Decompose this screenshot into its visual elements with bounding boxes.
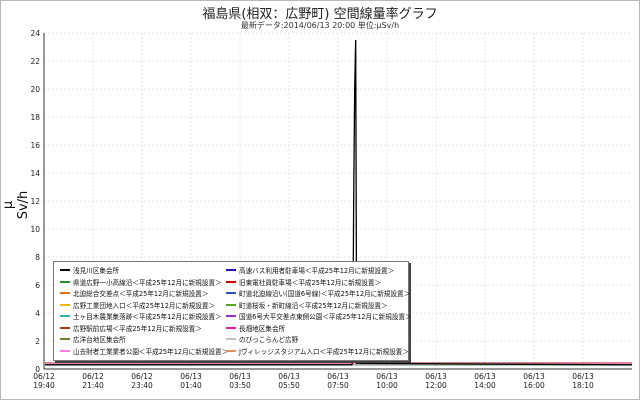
legend-label: Jヴィレッジスタジアム入口＜平成25年12月に新規設置＞ <box>239 347 409 356</box>
legend-label: 国道6号大平交差点東側公園＜平成25年12月に新規設置＞ <box>239 313 412 321</box>
y-tick-label: 24 <box>30 29 40 38</box>
x-tick-date: 06/13 <box>572 372 594 381</box>
legend-swatch <box>60 280 70 283</box>
legend-item: 長畑地区集会所 <box>226 325 285 333</box>
legend-item: 国道6号大平交差点東側公園＜平成25年12月に新規設置＞ <box>226 313 412 321</box>
legend-swatch <box>226 280 236 283</box>
legend-label: 北迫総合交差点＜平成25年12月に新規設置＞ <box>73 290 209 298</box>
legend-label: 町道桜坂・新町線沿＜平成25年12月に新規設置＞ <box>239 301 388 310</box>
legend-label: 浅見川区集会所 <box>73 267 120 275</box>
x-tick-time: 01:40 <box>180 381 202 390</box>
y-tick-label: 20 <box>30 85 40 94</box>
legend-swatch <box>226 303 236 306</box>
legend: 浅見川区集会所 高速バス利用者駐車場＜平成25年12月に新規設置＞ 県道広野一小高線… <box>53 261 412 361</box>
y-tick-label: 12 <box>30 197 40 206</box>
x-tick-time: 03:50 <box>229 381 251 390</box>
legend-swatch <box>60 326 70 329</box>
y-tick-label: 8 <box>35 253 40 262</box>
legend-item: 広野工業団地入口＜平成25年12月に新規設置＞ <box>60 302 215 310</box>
x-tick-time: 19:40 <box>33 381 55 390</box>
legend-swatch <box>60 269 70 271</box>
x-tick-time: 12:00 <box>425 381 447 390</box>
x-tick-time: 21:40 <box>82 381 104 390</box>
legend-item: 広野駅前広場＜平成25年12月に新規設置＞ <box>60 325 202 333</box>
x-tick-time: 18:10 <box>572 381 594 390</box>
y-tick-label: 14 <box>30 169 40 178</box>
legend-label: 広野駅前広場＜平成25年12月に新規設置＞ <box>73 324 202 333</box>
legend-swatch <box>60 349 70 352</box>
x-tick-date: 06/13 <box>523 372 545 381</box>
legend-item: 浅見川区集会所 <box>60 267 119 275</box>
legend-swatch <box>226 326 236 329</box>
legend-label: のびっこらんど広野 <box>239 336 299 344</box>
legend-swatch <box>226 292 236 294</box>
legend-item: 高速バス利用者駐車場＜平成25年12月に新規設置＞ <box>226 267 394 275</box>
y-tick-label: 16 <box>30 141 40 150</box>
x-tick-date: 06/13 <box>376 372 398 381</box>
legend-item: のびっこらんど広野 <box>226 336 298 344</box>
legend-item: 町道桜坂・新町線沿＜平成25年12月に新規設置＞ <box>226 302 388 310</box>
y-tick-label: 10 <box>30 225 40 234</box>
y-tick-label: 6 <box>35 281 40 290</box>
y-tick-label: 18 <box>30 113 40 122</box>
legend-item: 県道広野一小高線沿＜平成25年12月に新規設置＞ <box>60 279 222 287</box>
x-tick-date: 06/12 <box>33 372 55 381</box>
legend-label: 長畑地区集会所 <box>239 324 286 333</box>
y-tick-label: 4 <box>35 309 40 318</box>
x-tick-date: 06/13 <box>180 372 202 381</box>
x-tick-date: 06/13 <box>278 372 300 381</box>
x-tick-date: 06/13 <box>327 372 349 381</box>
legend-label: 県道広野一小高線沿＜平成25年12月に新規設置＞ <box>73 278 222 287</box>
legend-swatch <box>226 315 236 317</box>
legend-swatch <box>60 315 70 317</box>
x-tick-date: 06/13 <box>474 372 496 381</box>
x-tick-date: 06/12 <box>82 372 104 381</box>
x-tick-time: 07:50 <box>327 381 349 390</box>
legend-swatch <box>60 292 70 294</box>
legend-swatch <box>226 269 236 271</box>
x-tick-date: 06/12 <box>131 372 153 381</box>
x-tick-date: 06/13 <box>229 372 251 381</box>
legend-item: 旧東電社員駐車場＜平成25年12月に新規設置＞ <box>226 279 381 287</box>
legend-swatch <box>60 338 70 340</box>
legend-label: 高速バス利用者駐車場＜平成25年12月に新規設置＞ <box>239 267 395 275</box>
legend-item: 山去財者工業業者公園＜平成25年12月に新規設置＞ <box>60 348 228 356</box>
legend-item: Jヴィレッジスタジアム入口＜平成25年12月に新規設置＞ <box>226 348 409 356</box>
x-tick-time: 16:00 <box>523 381 545 390</box>
legend-swatch <box>226 338 236 340</box>
y-tick-label: 22 <box>30 57 40 66</box>
x-tick-time: 14:00 <box>474 381 496 390</box>
legend-label: 土ヶ目木農業集落跡＜平成25年12月に新規設置＞ <box>73 313 222 321</box>
legend-label: 旧東電社員駐車場＜平成25年12月に新規設置＞ <box>239 278 382 287</box>
legend-label: 広野工業団地入口＜平成25年12月に新規設置＞ <box>73 301 216 310</box>
legend-label: 山去財者工業業者公園＜平成25年12月に新規設置＞ <box>73 347 229 356</box>
legend-item: 広洋台地区集会所 <box>60 336 126 344</box>
legend-item: 町道北迫線沿い(国道6号線)＜平成25年12月に新規設置＞ <box>226 290 410 298</box>
legend-label: 町道北迫線沿い(国道6号線)＜平成25年12月に新規設置＞ <box>239 290 411 298</box>
x-tick-time: 10:00 <box>376 381 398 390</box>
legend-label: 広洋台地区集会所 <box>73 336 126 344</box>
x-tick-date: 06/13 <box>425 372 447 381</box>
legend-item: 土ヶ目木農業集落跡＜平成25年12月に新規設置＞ <box>60 313 222 321</box>
x-tick-time: 23:40 <box>131 381 153 390</box>
x-tick-time: 05:50 <box>278 381 300 390</box>
y-tick-label: 2 <box>35 337 40 346</box>
legend-item: 北迫総合交差点＜平成25年12月に新規設置＞ <box>60 290 208 298</box>
legend-swatch <box>226 349 236 352</box>
legend-swatch <box>60 303 70 306</box>
